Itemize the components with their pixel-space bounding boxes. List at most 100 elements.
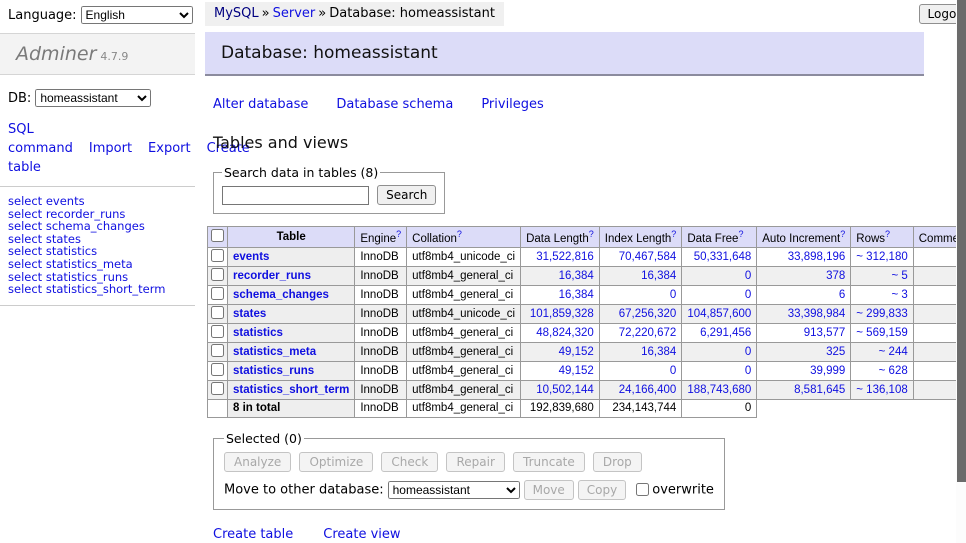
table-name-link[interactable]: statistics_short_term (233, 384, 349, 396)
rows-count-cell: ~ 5 (851, 266, 913, 285)
data-length-link[interactable]: 10,502,144 (536, 384, 594, 396)
data-length-link[interactable]: 16,384 (559, 289, 594, 301)
row-checkbox[interactable] (211, 287, 224, 300)
data-free-link[interactable]: 0 (745, 270, 751, 282)
breadcrumb: MySQL»Server»Database: homeassistant (205, 2, 504, 26)
drop-button[interactable]: Drop (593, 452, 642, 472)
help-icon[interactable]: ? (457, 229, 462, 239)
row-checkbox[interactable] (211, 363, 224, 376)
rows-count-cell: ~ 244 (851, 342, 913, 361)
help-icon[interactable]: ? (671, 229, 676, 239)
db-select[interactable]: homeassistant (35, 89, 151, 107)
index-length-link[interactable]: 16,384 (641, 346, 676, 358)
alter-database-link[interactable]: Alter database (213, 97, 308, 112)
data-free-link[interactable]: 0 (745, 365, 751, 377)
repair-button[interactable]: Repair (446, 452, 504, 472)
data-free-link[interactable]: 50,331,648 (694, 251, 752, 263)
breadcrumb-link-server[interactable]: Server (273, 6, 316, 21)
help-icon[interactable]: ? (396, 229, 401, 239)
data-free-link[interactable]: 0 (745, 346, 751, 358)
rows-count-link[interactable]: ~ 244 (879, 346, 908, 358)
auto-increment-link[interactable]: 6 (839, 289, 845, 301)
sidebar-item-select-statistics-short-term[interactable]: select statistics_short_term (8, 283, 195, 296)
analyze-button[interactable]: Analyze (224, 452, 291, 472)
index-length-link[interactable]: 16,384 (641, 270, 676, 282)
data-length-link[interactable]: 101,859,328 (530, 308, 594, 320)
data-free-link[interactable]: 188,743,680 (687, 384, 751, 396)
auto-increment-link[interactable]: 39,999 (810, 365, 845, 377)
auto-increment-link[interactable]: 325 (826, 346, 845, 358)
auto-increment-link[interactable]: 33,898,196 (788, 251, 846, 263)
sidebar-item-select-events[interactable]: select events (8, 195, 195, 208)
help-icon[interactable]: ? (840, 229, 845, 239)
index-length-link[interactable]: 72,220,672 (619, 327, 677, 339)
row-checkbox[interactable] (211, 306, 224, 319)
sidebar-link-export[interactable]: Export (148, 141, 191, 156)
auto-increment-link[interactable]: 8,581,645 (794, 384, 845, 396)
move-button[interactable]: Move (524, 480, 574, 500)
data-length-link[interactable]: 49,152 (559, 365, 594, 377)
table-name-link[interactable]: statistics_meta (233, 346, 316, 358)
row-checkbox[interactable] (211, 344, 224, 357)
help-icon[interactable]: ? (738, 229, 743, 239)
overwrite-checkbox[interactable] (636, 483, 649, 496)
optimize-button[interactable]: Optimize (299, 452, 373, 472)
data-length-link[interactable]: 16,384 (559, 270, 594, 282)
rows-count-link[interactable]: ~ 299,833 (856, 308, 907, 320)
engine-cell: InnoDB (355, 247, 407, 266)
data-length-link[interactable]: 48,824,320 (536, 327, 594, 339)
privileges-link[interactable]: Privileges (481, 97, 544, 112)
table-name-link[interactable]: statistics_runs (233, 365, 314, 377)
database-schema-link[interactable]: Database schema (336, 97, 453, 112)
rows-count-link[interactable]: ~ 628 (879, 365, 908, 377)
copy-button[interactable]: Copy (578, 480, 626, 500)
sidebar-item-select-statistics-meta[interactable]: select statistics_meta (8, 258, 195, 271)
rows-count-link[interactable]: ~ 5 (891, 270, 907, 282)
rows-count-link[interactable]: ~ 312,180 (856, 251, 907, 263)
vertical-scrollbar[interactable] (956, 0, 966, 543)
data-free-link[interactable]: 6,291,456 (700, 327, 751, 339)
search-input[interactable] (222, 186, 369, 205)
row-checkbox[interactable] (211, 268, 224, 281)
rows-count-link[interactable]: ~ 136,108 (856, 384, 907, 396)
totals-index-length: 234,143,744 (599, 399, 682, 417)
create-view-link[interactable]: Create view (323, 527, 400, 542)
table-name-link[interactable]: recorder_runs (233, 270, 311, 282)
table-name-link[interactable]: statistics (233, 327, 283, 339)
create-table-link[interactable]: Create table (213, 527, 293, 542)
auto-increment-link[interactable]: 913,577 (804, 327, 846, 339)
data-length-link[interactable]: 31,522,816 (536, 251, 594, 263)
truncate-button[interactable]: Truncate (513, 452, 585, 472)
table-name-link[interactable]: states (233, 308, 266, 320)
index-length-link[interactable]: 24,166,400 (619, 384, 677, 396)
rows-count-link[interactable]: ~ 569,159 (856, 327, 907, 339)
index-length-link[interactable]: 70,467,584 (619, 251, 677, 263)
help-icon[interactable]: ? (885, 229, 890, 239)
row-checkbox[interactable] (211, 249, 224, 262)
rows-count-link[interactable]: ~ 3 (891, 289, 907, 301)
move-database-select[interactable]: homeassistant (388, 481, 520, 499)
index-length-link[interactable]: 0 (670, 289, 676, 301)
index-length-link[interactable]: 67,256,320 (619, 308, 677, 320)
sidebar-link-import[interactable]: Import (89, 141, 132, 156)
table-name-link[interactable]: events (233, 251, 269, 263)
breadcrumb-link-mysql[interactable]: MySQL (214, 6, 259, 21)
row-checkbox[interactable] (211, 325, 224, 338)
auto-increment-link[interactable]: 33,398,984 (788, 308, 846, 320)
index-length-link[interactable]: 0 (670, 365, 676, 377)
collation-cell: utf8mb4_general_ci (407, 285, 521, 304)
table-name-link[interactable]: schema_changes (233, 289, 329, 301)
row-checkbox[interactable] (211, 382, 224, 395)
language-select[interactable]: English (81, 6, 193, 24)
check-button[interactable]: Check (381, 452, 438, 472)
help-icon[interactable]: ? (589, 229, 594, 239)
select-all-checkbox[interactable] (211, 229, 224, 242)
data-length-link[interactable]: 49,152 (559, 346, 594, 358)
scrollbar-thumb[interactable] (957, 0, 966, 482)
auto-increment-link[interactable]: 378 (826, 270, 845, 282)
search-button[interactable]: Search (377, 185, 436, 205)
sidebar-link-sql-command[interactable]: SQL command (8, 122, 73, 156)
data-free-link[interactable]: 0 (745, 289, 751, 301)
data-free-link[interactable]: 104,857,600 (687, 308, 751, 320)
sidebar-item-select-schema-changes[interactable]: select schema_changes (8, 220, 195, 233)
